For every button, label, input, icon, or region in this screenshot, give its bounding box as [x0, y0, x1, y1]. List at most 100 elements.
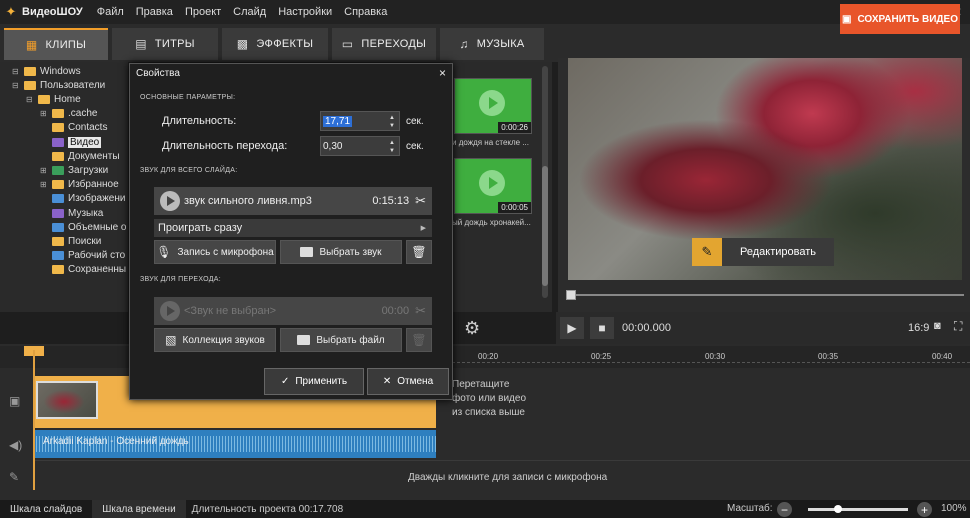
ruler-marks [452, 362, 970, 368]
menu-project[interactable]: Проект [185, 6, 221, 18]
zoom-handle[interactable] [834, 505, 842, 513]
sound-name: звук сильного ливня.mp3 [184, 195, 312, 207]
zoom-out-button[interactable]: − [777, 502, 792, 517]
zoom-slider[interactable] [808, 508, 908, 511]
tree-item[interactable]: Contacts [40, 121, 107, 135]
menu-slide[interactable]: Слайд [233, 6, 266, 18]
folder-icon [52, 208, 64, 218]
expand-icon[interactable]: ⊟ [12, 81, 20, 90]
properties-dialog: Свойства × ОСНОВНЫЕ ПАРАМЕТРЫ: Длительно… [129, 63, 453, 400]
tab-clips[interactable]: ▦ КЛИПЫ [4, 28, 108, 60]
tick-label: 00:25 [591, 352, 612, 361]
play-mode-select[interactable]: Проиграть сразу ▶ [154, 219, 432, 237]
tree-item-label: Home [54, 93, 81, 105]
track-icons: ▣ ◀) ✎ [0, 370, 33, 488]
pencil-icon: ✎ [692, 238, 722, 266]
choose-file-button[interactable]: Выбрать файл [280, 328, 402, 352]
menu-file[interactable]: Файл [97, 6, 124, 18]
cancel-button[interactable]: ✕ Отмена [367, 368, 449, 395]
scissors-icon[interactable]: ✂ [415, 303, 426, 319]
duration-field[interactable]: 17,71 ▲ ▼ [320, 111, 400, 131]
speaker-icon[interactable]: ◀) [9, 438, 22, 452]
menu-settings[interactable]: Настройки [278, 6, 332, 18]
stop-button[interactable]: ■ [590, 317, 614, 339]
media-thumb[interactable]: 0:00:05 [454, 158, 532, 214]
expand-icon[interactable]: ⊞ [40, 109, 48, 118]
tree-item[interactable]: ⊟ Windows [12, 64, 81, 78]
delete-transition-sound-button[interactable]: 🗑 [406, 328, 432, 352]
spinner-icon[interactable]: ▲ ▼ [389, 139, 395, 155]
expand-icon[interactable]: ⊞ [40, 166, 48, 175]
play-button[interactable]: ▶ [560, 317, 584, 339]
collection-icon: ▧ [165, 333, 177, 347]
trash-icon: 🗑 [411, 245, 427, 259]
aspect-ratio[interactable]: 16:9 [908, 322, 929, 334]
media-scrollbar[interactable] [542, 66, 548, 298]
tab-time-scale[interactable]: Шкала времени [92, 500, 186, 518]
gear-icon[interactable]: ⚙ [464, 318, 480, 339]
menu-edit[interactable]: Правка [136, 6, 173, 18]
tab-music[interactable]: ♫ МУЗЫКА [440, 28, 544, 60]
folder-icon [52, 137, 64, 147]
media-panel: 0:00:26 и дождя на стекле ... 0:00:05 ый… [450, 62, 552, 312]
tab-titles[interactable]: ▤ ТИТРЫ [112, 28, 218, 60]
tree-item[interactable]: Музыка [40, 206, 103, 220]
zoom-value: 100% [941, 503, 967, 514]
snapshot-icon[interactable]: ◙ [934, 320, 941, 332]
transition-duration-field[interactable]: 0,30 ▲ ▼ [320, 136, 400, 156]
folder-icon [52, 265, 64, 275]
tree-item[interactable]: ⊞ .cache [40, 107, 97, 121]
folder-icon [52, 236, 64, 246]
scissors-icon[interactable]: ✂ [415, 193, 426, 209]
expand-icon[interactable]: ⊟ [12, 67, 20, 76]
chevron-right-icon: ▶ [420, 225, 426, 232]
titles-icon: ▤ [135, 37, 147, 51]
delete-sound-button[interactable]: 🗑 [406, 240, 432, 264]
folder-icon [52, 151, 64, 161]
tree-item[interactable]: ⊞ Избранное [40, 178, 119, 192]
tree-item[interactable]: Документы [40, 149, 120, 163]
music-icon: ♫ [459, 37, 469, 51]
media-thumb[interactable]: 0:00:26 [454, 78, 532, 134]
close-icon[interactable]: × [439, 66, 446, 80]
record-mic-button[interactable]: 🎙 Запись с микрофона [154, 240, 276, 264]
seek-handle[interactable] [566, 290, 576, 300]
tree-item[interactable]: ⊟ Пользователи [12, 78, 105, 92]
apply-button[interactable]: ✓ Применить [264, 368, 364, 395]
tree-item[interactable]: ⊞ Загрузки [40, 163, 108, 177]
playhead[interactable] [33, 350, 35, 490]
seek-track [566, 294, 964, 296]
folder-icon [24, 80, 36, 90]
close-icon: ✕ [382, 376, 392, 387]
expand-icon[interactable]: ⊟ [26, 95, 34, 104]
play-sound-button[interactable] [160, 191, 180, 211]
spinner-icon[interactable]: ▲ ▼ [389, 114, 395, 130]
tree-item[interactable]: Рабочий сто [40, 249, 125, 263]
tab-transitions[interactable]: ▭ ПЕРЕХОДЫ [332, 28, 436, 60]
fullscreen-icon[interactable]: ⛶ [954, 319, 962, 334]
section-main: ОСНОВНЫЕ ПАРАМЕТРЫ: [140, 94, 236, 101]
audio-track[interactable]: Arkadii Kaplan - Осенний дождь [33, 430, 436, 458]
tree-item[interactable]: Изображени [40, 192, 125, 206]
seek-slider[interactable] [566, 290, 964, 300]
tree-item[interactable]: Объемные о [40, 220, 126, 234]
sound-collection-button[interactable]: ▧ Коллекция звуков [154, 328, 276, 352]
tree-item[interactable]: ⊟ Home [26, 92, 81, 106]
microphone-icon[interactable]: ✎ [9, 470, 19, 484]
edit-button[interactable]: ✎ Редактировать [692, 238, 834, 266]
zoom-in-button[interactable]: + [917, 502, 932, 517]
choose-sound-button[interactable]: Выбрать звук [280, 240, 402, 264]
tree-item-label: .cache [68, 108, 98, 120]
tab-slide-scale[interactable]: Шкала слайдов [0, 500, 92, 518]
play-sound-button[interactable] [160, 301, 180, 321]
expand-icon[interactable]: ⊞ [40, 180, 48, 189]
section-transition-sound: ЗВУК ДЛЯ ПЕРЕХОДА: [140, 276, 221, 283]
tree-item[interactable]: Видео [40, 135, 102, 149]
tree-item[interactable]: Поиски [40, 234, 101, 248]
play-icon [479, 170, 505, 196]
tree-item[interactable]: Сохраненны [40, 263, 126, 277]
slide-thumbnail[interactable] [36, 381, 98, 419]
save-video-button[interactable]: ▣ СОХРАНИТЬ ВИДЕО [840, 4, 960, 34]
menu-help[interactable]: Справка [344, 6, 387, 18]
tab-effects[interactable]: ▩ ЭФФЕКТЫ [222, 28, 328, 60]
